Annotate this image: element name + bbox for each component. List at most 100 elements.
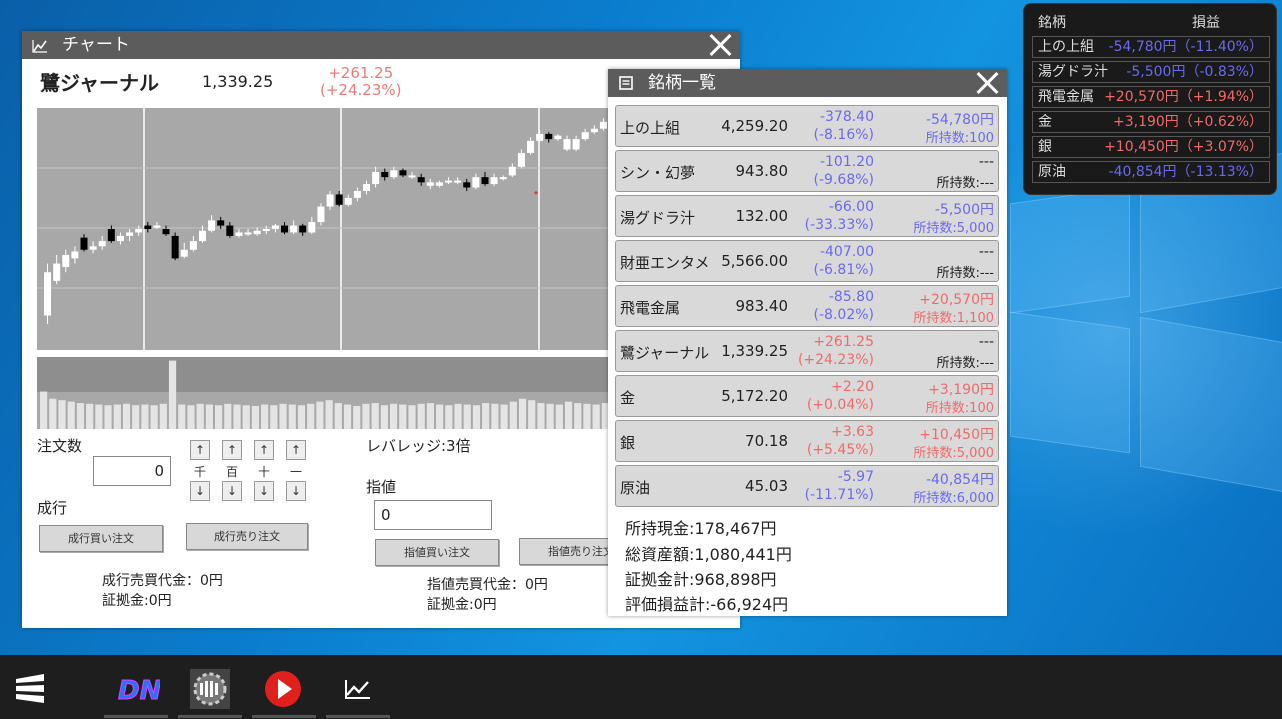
stock-row[interactable]: シン・幻夢 943.80 -101.20 (-9.68%) --- 所持数:--- (615, 150, 999, 192)
stock-change-amount: +261.25 (328, 64, 394, 82)
step-label-one: 一 (289, 465, 302, 479)
unrealized-pl-total: 評価損益計:-66,924円 (625, 595, 789, 614)
volume-bar (159, 403, 167, 429)
stock-row-change-pct: (-8.02%) (813, 307, 874, 323)
market-sell-button[interactable]: 成行売り注文 (186, 523, 308, 550)
volume-bar (371, 403, 379, 429)
stock-row-change: -85.80 (828, 289, 874, 305)
candle (244, 229, 252, 236)
volume-bar (141, 404, 149, 429)
volume-bar (574, 403, 582, 429)
volume-bar (445, 405, 453, 429)
stock-row-price: 45.03 (745, 477, 788, 495)
chart-close-button[interactable] (708, 33, 732, 57)
market-buy-button[interactable]: 成行買い注文 (39, 525, 163, 552)
volume-bar (233, 404, 241, 429)
stock-list-titlebar[interactable]: 銘柄一覧 (608, 69, 1007, 97)
start-menu-icon[interactable] (10, 669, 50, 709)
pl-row-name: 飛電金属 (1038, 89, 1094, 105)
candle (472, 173, 480, 190)
qty-thousand-up-button[interactable]: ↑ (190, 440, 210, 460)
order-qty-input[interactable]: 0 (93, 456, 171, 486)
stock-row-holding: 所持数:--- (936, 266, 994, 281)
dn-app-icon[interactable]: DN (112, 665, 161, 713)
volume-bar (454, 403, 462, 429)
stock-row-price: 5,566.00 (721, 252, 788, 270)
volume-bar (307, 403, 315, 429)
stock-row-change-pct: (-6.81%) (813, 262, 874, 278)
candle (599, 118, 607, 131)
candle (353, 187, 361, 202)
candle (180, 242, 188, 259)
pl-row-name: 金 (1038, 114, 1052, 130)
stock-row[interactable]: 湯グドラ汁 132.00 -66.00 (-33.33%) -5,500円 所持数:5,0… (615, 195, 999, 237)
qty-one-up-button[interactable]: ↑ (286, 440, 306, 460)
chart-app-icon[interactable] (334, 665, 382, 713)
limit-buy-button[interactable]: 指値買い注文 (375, 539, 499, 566)
stock-row-change: -101.20 (819, 154, 874, 170)
candle (271, 223, 279, 233)
volume-bar (334, 403, 342, 429)
stock-row[interactable]: 金 5,172.20 +2.20 (+0.04%) +3,190円 所持数:100 (615, 375, 999, 417)
stock-change-pct: (+24.23%) (320, 81, 402, 99)
stock-row[interactable]: 原油 45.03 -5.97 (-11.71%) -40,854円 所持数:6,000 (615, 465, 999, 507)
candle (499, 175, 507, 181)
limit-margin: 証拠金:0円 (427, 597, 497, 613)
stock-row[interactable]: 上の上組 4,259.20 -378.40 (-8.16%) -54,780円 所持数:1… (615, 105, 999, 147)
candle (390, 166, 398, 179)
volume-bar (58, 400, 66, 429)
volume-bar (583, 403, 591, 429)
candle (572, 135, 580, 152)
volume-bar (279, 403, 287, 429)
stock-row-name: 上の上組 (620, 119, 681, 137)
gear-app-icon[interactable] (186, 665, 234, 713)
volume-bar (261, 404, 269, 429)
stock-row-pl: +10,450円 (919, 427, 994, 443)
volume-bar (564, 401, 573, 429)
qty-ten-down-button[interactable]: ↓ (254, 481, 274, 501)
market-summary: 成行売買代金：0円 証拠金:0円 (102, 571, 223, 611)
volume-bar (380, 405, 388, 429)
volume-bar (86, 403, 94, 429)
candle (317, 203, 325, 226)
stock-row-holding: 所持数:--- (936, 176, 994, 191)
stock-row[interactable]: 財亜エンタメ 5,566.00 -407.00 (-6.81%) --- 所持数:--- (615, 240, 999, 282)
qty-one-down-button[interactable]: ↓ (286, 481, 306, 501)
pl-row-value: -40,854円（-13.13%） (1108, 164, 1263, 180)
stock-row[interactable]: 銀 70.18 +3.63 (+5.45%) +10,450円 所持数:5,000 (615, 420, 999, 462)
volume-bar (491, 403, 499, 429)
qty-thousand-down-button[interactable]: ↓ (190, 481, 210, 501)
candle (89, 241, 97, 254)
stock-row-pl: --- (978, 154, 994, 170)
stock-row-holding: 所持数:100 (925, 131, 994, 146)
candle (581, 128, 589, 141)
stock-row-holding: 所持数:--- (936, 356, 994, 371)
volume-bar (187, 405, 195, 429)
stock-row[interactable]: 鷺ジャーナル 1,339.25 +261.25 (+24.23%) --- 所持数:--- (615, 330, 999, 372)
qty-hundred-down-button[interactable]: ↓ (222, 481, 242, 501)
candle (280, 222, 288, 235)
qty-ten-up-button[interactable]: ↑ (254, 440, 274, 460)
stock-row-change: -407.00 (819, 244, 874, 260)
volume-bar (353, 405, 361, 429)
chart-marker (534, 191, 538, 195)
candle (299, 223, 307, 236)
chart-window-titlebar[interactable]: チャート (22, 31, 740, 59)
limit-amount: 指値売買代金：0円 (427, 577, 548, 593)
stock-list-title: 銘柄一覧 (648, 73, 716, 93)
market-margin: 証拠金:0円 (102, 593, 172, 609)
candle (80, 234, 88, 252)
stock-row-price: 983.40 (735, 297, 789, 315)
stock-row-name: 銀 (620, 434, 636, 452)
play-app-icon[interactable] (259, 665, 307, 713)
candle (135, 225, 143, 236)
stock-row-pl: --- (978, 334, 994, 350)
wallpaper-pane (1140, 316, 1282, 494)
candlestick-chart[interactable] (37, 108, 612, 350)
stock-change: +261.25 (+24.23%) (320, 65, 401, 99)
candle (381, 168, 389, 181)
qty-hundred-up-button[interactable]: ↑ (222, 440, 242, 460)
stock-row[interactable]: 飛電金属 983.40 -85.80 (-8.02%) +20,570円 所持数:1,10… (615, 285, 999, 327)
stock-list-close-button[interactable] (975, 71, 999, 95)
limit-price-input[interactable]: 0 (374, 500, 492, 530)
